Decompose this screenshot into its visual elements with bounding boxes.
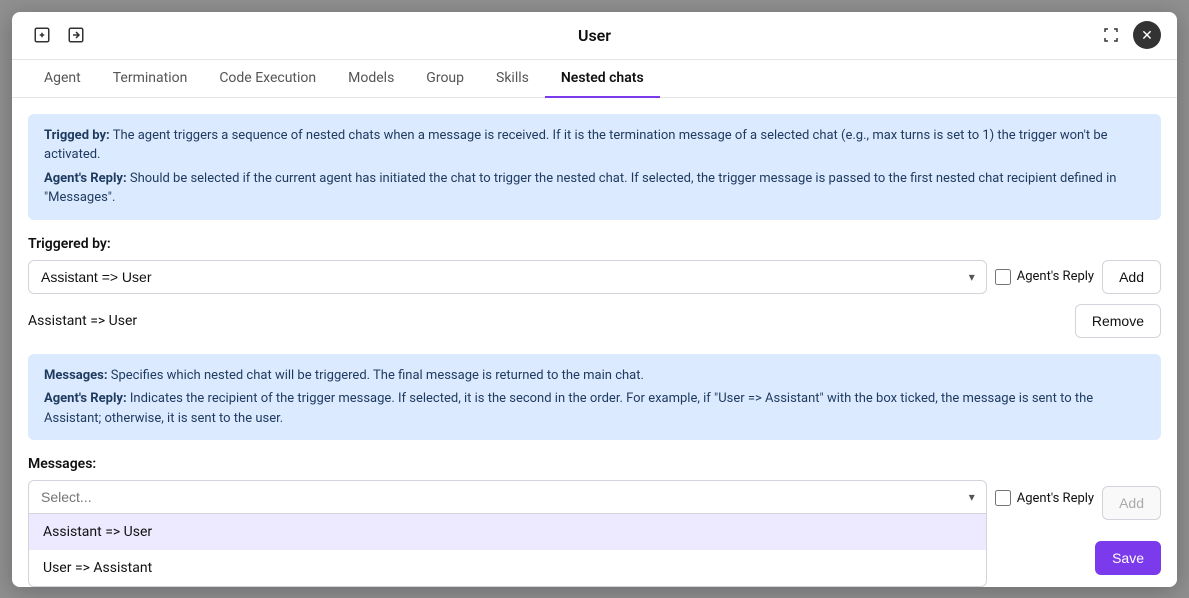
- triggered-by-existing-value: Assistant => User: [28, 313, 1067, 329]
- triggered-by-select[interactable]: Assistant => User: [28, 260, 987, 294]
- agents-reply-checkbox-1[interactable]: [995, 269, 1011, 285]
- triggered-by-desc: The agent triggers a sequence of nested …: [44, 128, 1108, 163]
- agents-reply-checkbox-label-2[interactable]: Agent's Reply: [995, 490, 1094, 506]
- tab-skills[interactable]: Skills: [480, 60, 545, 98]
- add-button-1[interactable]: Add: [1102, 260, 1161, 294]
- triggered-by-bold-label: Trigged by:: [44, 128, 110, 143]
- agents-reply-desc-2: Indicates the recipient of the trigger m…: [44, 391, 1093, 426]
- info-box-messages: Messages: Specifies which nested chat wi…: [28, 354, 1161, 441]
- save-area: Save: [1095, 541, 1161, 575]
- modal-header: User ✕: [12, 12, 1177, 60]
- modal: User ✕ Agent Termination Code Execution …: [12, 12, 1177, 587]
- messages-desc: Specifies which nested chat will be trig…: [111, 368, 644, 383]
- expand-icon[interactable]: [1097, 21, 1125, 49]
- agents-reply-label-1: Agent's Reply: [1017, 269, 1094, 284]
- nav-tabs: Agent Termination Code Execution Models …: [12, 60, 1177, 98]
- agents-reply-label-2: Agent's Reply: [1017, 491, 1094, 506]
- messages-select-container: ▾ Assistant => User User => Assistant: [28, 480, 987, 587]
- messages-bold-label: Messages:: [44, 368, 108, 383]
- messages-search-input[interactable]: [28, 480, 987, 514]
- agents-reply-checkbox-label-1[interactable]: Agent's Reply: [995, 269, 1094, 285]
- close-icon[interactable]: ✕: [1133, 21, 1161, 49]
- remove-button[interactable]: Remove: [1075, 304, 1161, 338]
- messages-row: ▾ Assistant => User User => Assistant Ag…: [28, 480, 1161, 587]
- modal-icons-left: [28, 21, 90, 49]
- messages-input-wrapper: ▾: [28, 480, 987, 514]
- modal-icons-right: ✕: [1097, 21, 1161, 49]
- agents-reply-checkbox-2[interactable]: [995, 490, 1011, 506]
- add-button-2[interactable]: Add: [1102, 486, 1161, 520]
- agents-reply-bold-label-1: Agent's Reply:: [44, 171, 127, 186]
- tab-termination[interactable]: Termination: [97, 60, 204, 98]
- triggered-by-select-wrapper: Assistant => User ▾: [28, 260, 987, 294]
- import-icon[interactable]: [28, 21, 56, 49]
- modal-overlay: User ✕ Agent Termination Code Execution …: [0, 0, 1189, 598]
- dropdown-option-assistant-user[interactable]: Assistant => User: [29, 514, 986, 550]
- tab-code-execution[interactable]: Code Execution: [203, 60, 332, 98]
- modal-title: User: [578, 26, 611, 45]
- messages-dropdown-list: Assistant => User User => Assistant: [28, 514, 987, 587]
- save-button[interactable]: Save: [1095, 541, 1161, 575]
- triggered-by-value-row: Assistant => User Remove: [28, 304, 1161, 338]
- info-box-triggered-by: Trigged by: The agent triggers a sequenc…: [28, 114, 1161, 220]
- triggered-by-row: Assistant => User ▾ Agent's Reply Add: [28, 260, 1161, 294]
- triggered-by-label: Triggered by:: [28, 236, 1161, 252]
- agents-reply-desc-1: Should be selected if the current agent …: [44, 171, 1116, 206]
- dropdown-option-user-assistant[interactable]: User => Assistant: [29, 550, 986, 586]
- modal-body: Trigged by: The agent triggers a sequenc…: [12, 98, 1177, 587]
- export-icon[interactable]: [62, 21, 90, 49]
- messages-label: Messages:: [28, 456, 1161, 472]
- tab-models[interactable]: Models: [332, 60, 410, 98]
- agents-reply-bold-label-2: Agent's Reply:: [44, 391, 127, 406]
- tab-agent[interactable]: Agent: [28, 60, 97, 98]
- tab-nested-chats[interactable]: Nested chats: [545, 60, 660, 98]
- tab-group[interactable]: Group: [410, 60, 480, 98]
